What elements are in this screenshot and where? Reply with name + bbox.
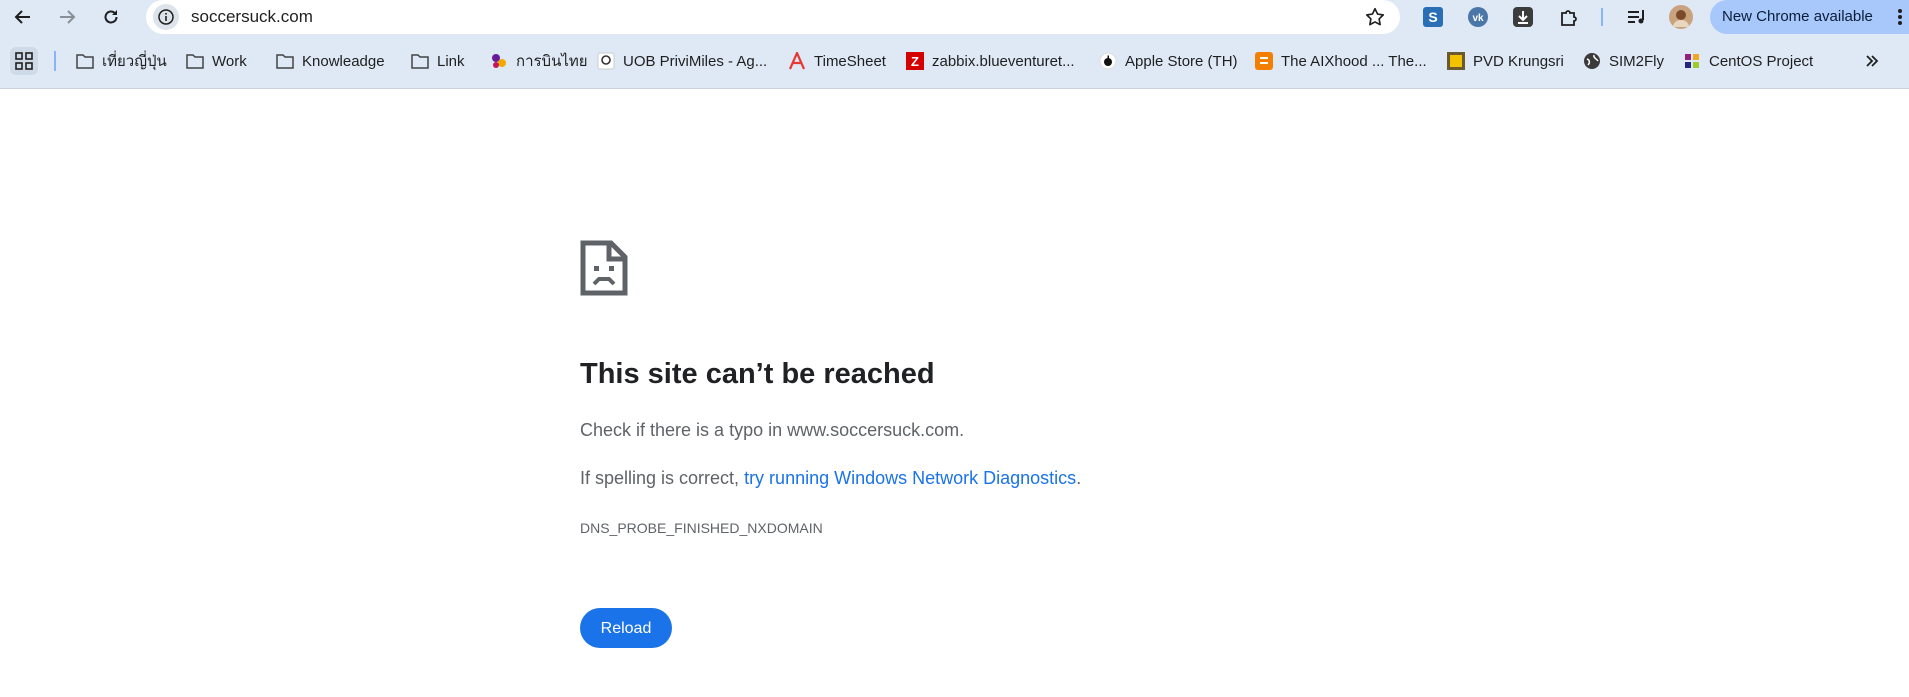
bookmarks-overflow-button[interactable] [1860,49,1884,73]
apps-grid-icon [15,52,33,70]
bookmark-label: Apple Store (TH) [1125,52,1238,70]
chevron-double-right-icon [1866,55,1879,67]
folder-icon [76,52,94,70]
centos-icon [1683,52,1701,70]
bookmark-pvd-krungsri[interactable]: PVD Krungsri [1447,34,1564,88]
diagnostics-hint: If spelling is correct, try running Wind… [580,468,1081,489]
bookmark-label: TimeSheet [814,52,886,70]
svg-text:vk: vk [1472,13,1484,24]
bookmark-label: zabbix.blueventuret... [932,52,1075,70]
uob-icon [597,52,615,70]
apps-button[interactable] [10,47,38,75]
address-bar[interactable]: soccersuck.com [146,0,1400,34]
url-text[interactable]: soccersuck.com [191,0,313,34]
more-menu-icon[interactable] [1897,8,1903,26]
extensions-puzzle-icon[interactable] [1557,5,1581,29]
site-info-button[interactable] [153,4,179,30]
bookmark-star-icon[interactable] [1364,6,1386,28]
globe-icon [1583,52,1601,70]
reload-button[interactable]: Reload [580,608,672,648]
bookmark-label: SIM2Fly [1609,52,1665,70]
vk-extension-icon[interactable]: vk [1466,5,1490,29]
svg-text:Z: Z [911,54,919,69]
toolbar-divider [1601,8,1603,26]
bookmark-zabbix[interactable]: Z zabbix.blueventuret... [906,34,1075,88]
bookmark-uob[interactable]: UOB PriviMiles - Ag... [597,34,767,88]
back-arrow-icon [14,10,30,24]
bookmark-label: Work [212,52,247,70]
network-diagnostics-link[interactable]: try running Windows Network Diagnostics [744,468,1076,488]
forward-arrow-icon [60,10,76,24]
svg-text:S: S [1428,9,1437,25]
bookmark-label: Link [437,52,465,70]
apple-icon [1099,52,1117,70]
bookmark-thai-airways[interactable]: การบินไทย [490,34,588,88]
folder-icon [186,52,204,70]
info-icon [158,9,174,25]
bookmark-label: CentOS Project [1709,52,1814,70]
timesheet-icon [788,52,806,70]
bookmark-folder-link[interactable]: Link [411,34,465,88]
bookmark-folder-work[interactable]: Work [186,34,247,88]
media-control-icon[interactable] [1625,5,1649,29]
extension-s-icon[interactable]: S [1421,5,1445,29]
folder-icon [276,52,294,70]
bookmark-aixhood[interactable]: The AIXhood ... The... [1255,34,1427,88]
blogger-icon [1255,52,1273,70]
bookmark-apple-store[interactable]: Apple Store (TH) [1099,34,1238,88]
new-chrome-label: New Chrome available [1722,8,1873,25]
back-button[interactable] [8,2,38,32]
forward-button[interactable] [52,2,82,32]
typo-hint: Check if there is a typo in www.soccersu… [580,420,965,440]
bookmark-label: การบินไทย [516,53,588,70]
diagnostics-suffix: . [1076,468,1082,488]
bookmark-label: UOB PriviMiles - Ag... [623,52,768,70]
sad-page-icon [580,240,628,296]
bookmarks-divider [54,51,56,71]
browser-toolbar: soccersuck.com S vk New Chrome available [0,0,1909,34]
profile-avatar[interactable] [1669,5,1693,29]
bookmark-label: The AIXhood ... The... [1281,52,1427,70]
bookmark-label: PVD Krungsri [1473,52,1564,70]
krungsri-icon [1447,52,1465,70]
thai-airways-icon [490,52,508,70]
diagnostics-prefix: If spelling is correct, [580,468,745,488]
bookmark-folder-japan[interactable]: เที่ยวญี่ปุ่น [76,34,167,88]
refresh-button[interactable] [96,2,126,32]
bookmark-sim2fly[interactable]: SIM2Fly [1583,34,1664,88]
download-extension-icon[interactable] [1511,5,1535,29]
folder-icon [411,52,429,70]
bookmark-label: เที่ยวญี่ปุ่น [102,53,167,70]
bookmark-timesheet[interactable]: TimeSheet [788,34,886,88]
error-title: This site can’t be reached [580,358,935,390]
refresh-icon [104,10,118,24]
error-code: DNS_PROBE_FINISHED_NXDOMAIN [580,520,823,536]
bookmarks-bar: เที่ยวญี่ปุ่น Work Knowleadge Link การบิ… [0,34,1909,89]
zabbix-icon: Z [906,52,924,70]
bookmark-centos[interactable]: CentOS Project [1683,34,1813,88]
bookmark-folder-knowleadge[interactable]: Knowleadge [276,34,385,88]
new-chrome-available-button[interactable]: New Chrome available [1710,0,1909,34]
bookmark-label: Knowleadge [302,52,385,70]
